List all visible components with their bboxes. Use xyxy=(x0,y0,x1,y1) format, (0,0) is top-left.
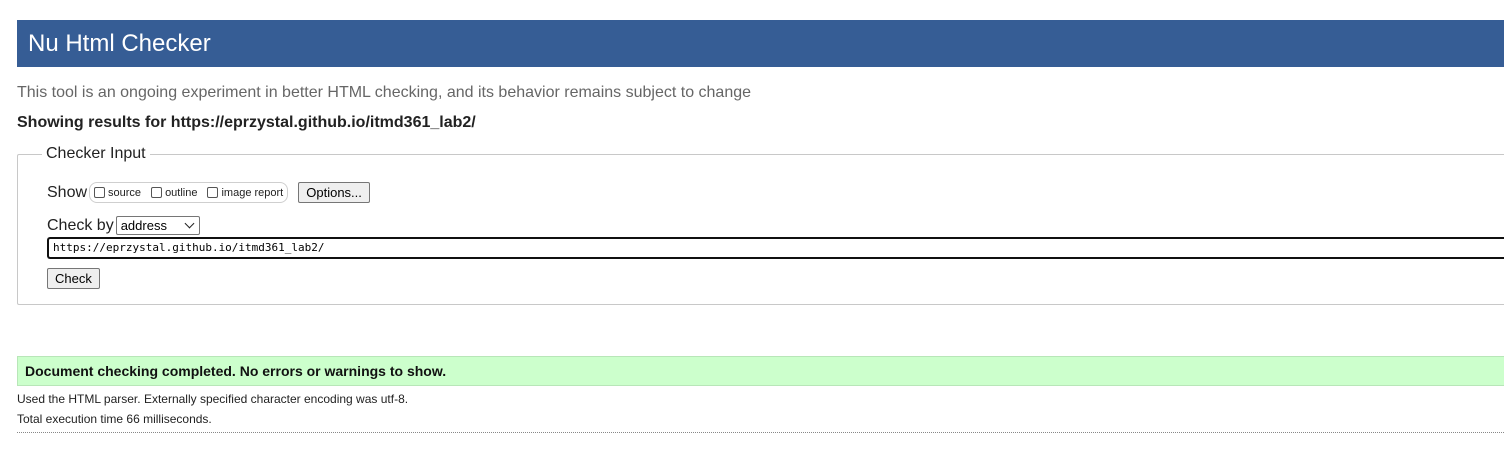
checker-input-fieldset: Checker Input Show source outline image … xyxy=(17,145,1504,305)
show-outline-option[interactable]: outline xyxy=(151,187,197,199)
show-options-group: source outline image report xyxy=(89,182,289,203)
page-title: Nu Html Checker xyxy=(28,30,211,57)
image-report-checkbox[interactable] xyxy=(207,187,219,198)
outline-checkbox[interactable] xyxy=(151,187,163,198)
show-source-option[interactable]: source xyxy=(94,187,141,199)
page: Nu Html Checker This tool is an ongoing … xyxy=(0,0,1504,450)
showing-results-heading: Showing results for https://eprzystal.gi… xyxy=(17,114,476,131)
show-image-report-option[interactable]: image report xyxy=(207,187,283,199)
options-button[interactable]: Options... xyxy=(298,182,370,203)
image-report-label: image report xyxy=(221,186,284,199)
chevron-down-icon xyxy=(184,218,195,229)
app-header: Nu Html Checker xyxy=(17,20,1504,67)
execution-time: Total execution time 66 milliseconds. xyxy=(17,412,212,426)
source-label: source xyxy=(108,186,142,199)
show-row: Show source outline image report Options… xyxy=(47,182,370,203)
check-by-row: Check by address xyxy=(47,216,200,235)
checker-input-legend: Checker Input xyxy=(42,145,150,163)
check-by-selected-value: address xyxy=(120,218,167,233)
check-by-select[interactable]: address xyxy=(115,216,200,235)
parser-details: Used the HTML parser. Externally specifi… xyxy=(17,392,409,406)
outline-label: outline xyxy=(165,186,198,199)
show-label: Show xyxy=(47,183,88,201)
tool-description: This tool is an ongoing experiment in be… xyxy=(17,84,752,101)
section-divider xyxy=(17,432,1504,433)
check-button[interactable]: Check xyxy=(47,268,100,289)
source-checkbox[interactable] xyxy=(94,187,106,198)
url-input[interactable]: https://eprzystal.github.io/itmd361_lab2… xyxy=(47,237,1504,259)
success-message: Document checking completed. No errors o… xyxy=(17,356,1504,386)
check-by-label: Check by xyxy=(47,216,114,234)
